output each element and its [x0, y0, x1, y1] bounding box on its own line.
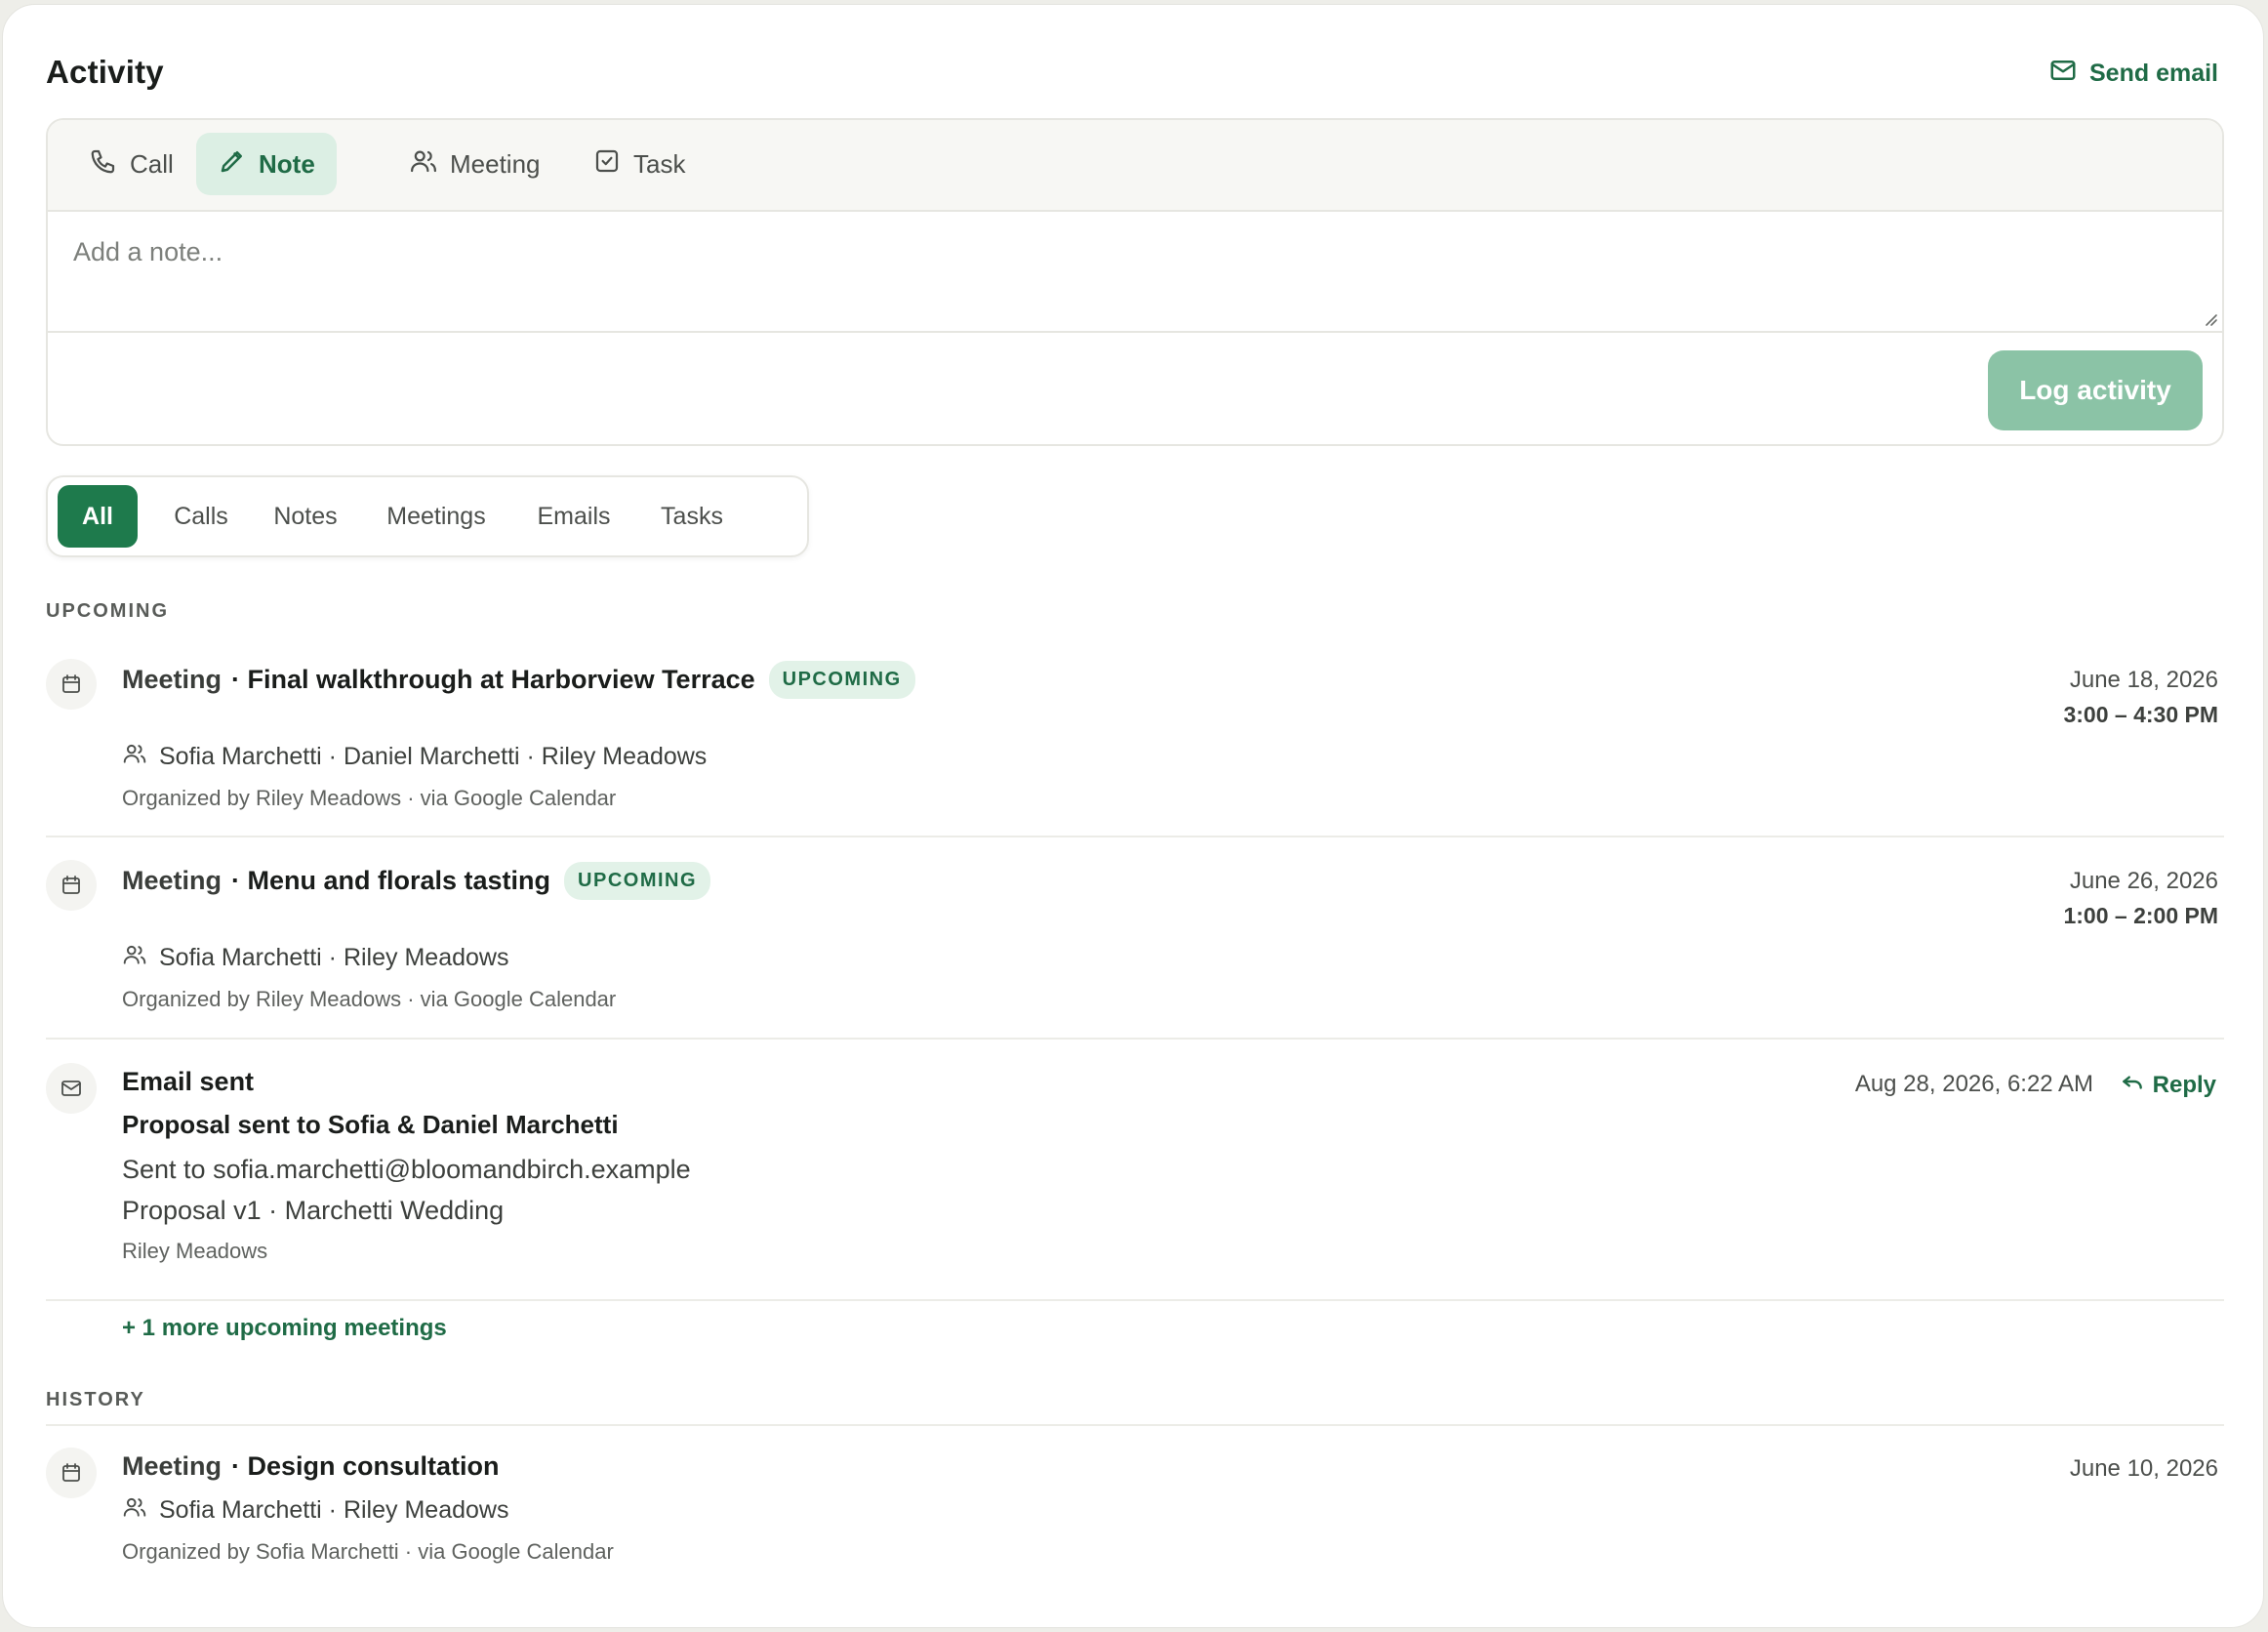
log-activity-button[interactable]: Log activity: [1988, 350, 2203, 430]
status-badge: UPCOMING: [768, 661, 915, 699]
email-kind: Email sent: [122, 1067, 255, 1096]
divider: [46, 836, 2224, 837]
attendee-list: Sofia Marchetti · Riley Meadows: [122, 942, 508, 974]
phone-icon: [89, 146, 118, 183]
people-icon: [122, 1494, 147, 1527]
page-title: Activity: [46, 54, 164, 90]
filter-calls[interactable]: Calls: [157, 485, 245, 548]
email-sender: Riley Meadows: [122, 1239, 268, 1263]
tab-call[interactable]: Call: [67, 133, 195, 195]
tab-meeting[interactable]: Meeting: [387, 133, 562, 195]
organizer-text: Organized by Riley Meadows · via Google …: [122, 987, 617, 1011]
activity-card: Activity Send email Call Note Meeting Ta…: [2, 4, 2264, 1628]
composer-tab-bar: Call Note Meeting Task: [48, 120, 2222, 212]
section-history-label: HISTORY: [46, 1389, 145, 1410]
people-icon: [409, 146, 438, 183]
reply-icon: [2120, 1069, 2145, 1101]
filter-meetings[interactable]: Meetings: [368, 485, 505, 548]
meeting-date: June 26, 2026: [2069, 868, 2218, 894]
more-upcoming-link[interactable]: + 1 more upcoming meetings: [122, 1315, 447, 1342]
filter-notes[interactable]: Notes: [257, 485, 354, 548]
people-icon: [122, 741, 147, 773]
note-textarea[interactable]: Add a note...: [48, 212, 2222, 333]
tab-meeting-label: Meeting: [450, 148, 541, 179]
meeting-subject: · Menu and florals tasting: [231, 866, 551, 895]
meeting-time: 3:00 – 4:30 PM: [2063, 702, 2218, 727]
organizer-text: Organized by Riley Meadows · via Google …: [122, 786, 617, 810]
tab-note[interactable]: Note: [196, 133, 337, 195]
filter-all[interactable]: All: [58, 485, 138, 548]
section-upcoming-label: UPCOMING: [46, 600, 169, 622]
email-timestamp: Aug 28, 2026, 6:22 AM: [1854, 1071, 2093, 1097]
meeting-subject: · Design consultation: [231, 1451, 500, 1481]
send-email-button[interactable]: Send email: [2048, 56, 2218, 92]
divider: [46, 1424, 2224, 1426]
attendee-list: Sofia Marchetti · Daniel Marchetti · Ril…: [122, 741, 707, 773]
meeting-title[interactable]: Meeting · Final walkthrough at Harborvie…: [122, 661, 915, 699]
meeting-date: June 18, 2026: [2069, 667, 2218, 693]
activity-filter-tabs: All Calls Notes Meetings Emails Tasks: [46, 475, 809, 557]
tab-note-label: Note: [259, 148, 315, 179]
email-subject[interactable]: Proposal sent to Sofia & Daniel Marchett…: [122, 1110, 619, 1140]
meeting-date: June 10, 2026: [2069, 1455, 2218, 1482]
email-recipient: Sent to sofia.marchetti@bloomandbirch.ex…: [122, 1155, 691, 1184]
tab-task[interactable]: Task: [571, 133, 707, 195]
note-placeholder: Add a note...: [73, 237, 223, 266]
divider: [46, 1038, 2224, 1040]
tab-call-label: Call: [130, 148, 174, 179]
resize-handle-icon[interactable]: [2201, 309, 2218, 327]
people-icon: [122, 942, 147, 974]
envelope-icon: [2048, 56, 2078, 92]
checkbox-icon: [592, 146, 622, 183]
email-attachment: Proposal v1 · Marchetti Wedding: [122, 1196, 505, 1225]
activity-kind: Meeting: [122, 1451, 223, 1481]
pencil-icon: [218, 146, 247, 183]
calendar-icon: [46, 1448, 97, 1498]
filter-emails[interactable]: Emails: [520, 485, 628, 548]
calendar-icon: [46, 659, 97, 710]
organizer-text: Organized by Sofia Marchetti · via Googl…: [122, 1539, 614, 1564]
activity-kind: Meeting: [122, 665, 223, 694]
envelope-icon: [46, 1063, 97, 1114]
attendee-list: Sofia Marchetti · Riley Meadows: [122, 1494, 508, 1527]
reply-button[interactable]: Reply: [2120, 1069, 2216, 1101]
status-badge: UPCOMING: [564, 862, 711, 900]
meeting-time: 1:00 – 2:00 PM: [2063, 903, 2218, 928]
meeting-subject: · Final walkthrough at Harborview Terrac…: [231, 665, 755, 694]
attendees-text: Sofia Marchetti · Riley Meadows: [159, 1496, 509, 1524]
activity-kind: Meeting: [122, 866, 223, 895]
calendar-icon: [46, 860, 97, 911]
attendees-text: Sofia Marchetti · Daniel Marchetti · Ril…: [159, 743, 708, 770]
meeting-title[interactable]: Meeting · Design consultation: [122, 1451, 500, 1482]
send-email-label: Send email: [2089, 60, 2218, 87]
reply-label: Reply: [2152, 1071, 2216, 1098]
attendees-text: Sofia Marchetti · Riley Meadows: [159, 944, 509, 971]
divider: [46, 1299, 2224, 1301]
meeting-title[interactable]: Meeting · Menu and florals tasting UPCOM…: [122, 862, 711, 900]
activity-composer: Call Note Meeting Task Add a note... Log…: [46, 118, 2224, 446]
filter-tasks[interactable]: Tasks: [643, 485, 741, 548]
tab-task-label: Task: [633, 148, 686, 179]
